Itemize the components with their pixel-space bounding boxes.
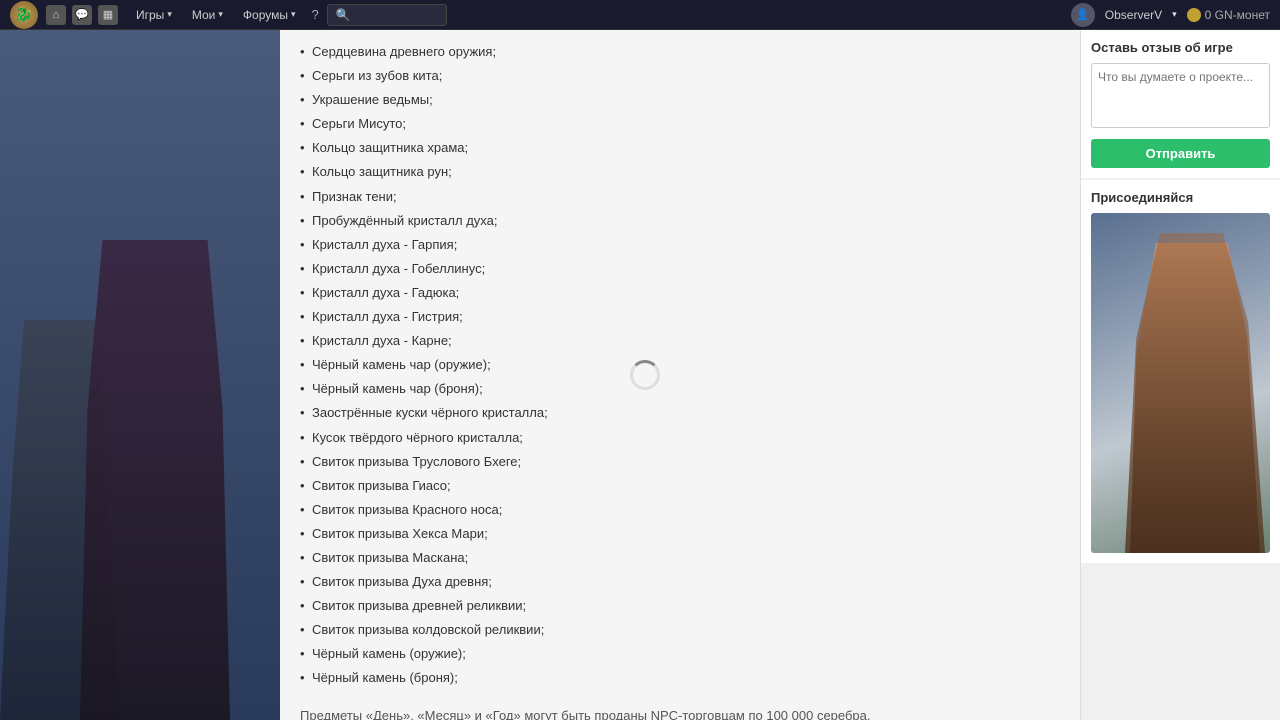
list-item: Чёрный камень чар (оружие); <box>300 353 1060 377</box>
list-item: Чёрный камень (броня); <box>300 666 1060 690</box>
list-item: Свиток призыва Духа древня; <box>300 570 1060 594</box>
list-item: Кристалл духа - Карне; <box>300 329 1060 353</box>
list-item: Кристалл духа - Гобеллинус; <box>300 257 1060 281</box>
list-item: Признак тени; <box>300 185 1060 209</box>
character-background <box>0 30 280 720</box>
menu-my[interactable]: Мои ▾ <box>184 6 231 24</box>
review-textarea[interactable] <box>1091 63 1270 128</box>
loading-spinner <box>630 360 660 390</box>
notice-text: Предметы «День», «Месяц» и «Год» могут б… <box>300 705 1060 720</box>
list-item: Украшение ведьмы; <box>300 88 1060 112</box>
list-item: Свиток призыва Хекса Мари; <box>300 522 1060 546</box>
username[interactable]: ObserverV <box>1105 8 1162 22</box>
menu-games[interactable]: Игры ▾ <box>128 6 180 24</box>
user-area: 👤 ObserverV ▾ 0 GN-монет <box>1071 3 1270 27</box>
review-submit-button[interactable]: Отправить <box>1091 139 1270 168</box>
list-item: Свиток призыва древней реликвии; <box>300 594 1060 618</box>
avatar[interactable]: 👤 <box>1071 3 1095 27</box>
join-character-armor <box>1125 233 1265 553</box>
join-widget-title: Присоединяйся <box>1091 190 1270 205</box>
list-item: Чёрный камень (оружие); <box>300 642 1060 666</box>
character-right <box>80 240 230 720</box>
coins-display: 0 GN-монет <box>1187 8 1270 22</box>
main-menu: Игры ▾ Мои ▾ Форумы ▾ <box>128 6 304 24</box>
list-item: Пробуждённый кристалл духа; <box>300 209 1060 233</box>
chevron-down-icon: ▾ <box>167 9 172 20</box>
article-panel: Сердцевина древнего оружия; Серьги из зу… <box>280 30 1080 720</box>
list-item: Свиток призыва Красного носа; <box>300 498 1060 522</box>
character-panel <box>0 30 280 720</box>
list-item: Свиток призыва Гиасо; <box>300 474 1060 498</box>
top-navigation: 🐉 ⌂ 💬 ▦ Игры ▾ Мои ▾ Форумы ▾ ? 👤 Observ… <box>0 0 1280 30</box>
join-widget: Присоединяйся <box>1081 180 1280 563</box>
grid-icon[interactable]: ▦ <box>98 5 118 25</box>
join-image <box>1091 213 1270 553</box>
coin-icon <box>1187 8 1201 22</box>
chevron-down-icon: ▾ <box>1172 9 1177 20</box>
list-item: Кристалл духа - Гадюка; <box>300 281 1060 305</box>
list-item: Заострённые куски чёрного кристалла; <box>300 401 1060 425</box>
right-sidebar: Оставь отзыв об игре Отправить Присоедин… <box>1080 30 1280 720</box>
review-widget-title: Оставь отзыв об игре <box>1091 40 1270 55</box>
site-logo[interactable]: 🐉 <box>10 1 38 29</box>
list-item: Кристалл духа - Гистрия; <box>300 305 1060 329</box>
home-icon[interactable]: ⌂ <box>46 5 66 25</box>
list-item: Серьги из зубов кита; <box>300 64 1060 88</box>
list-item: Чёрный камень чар (броня); <box>300 377 1060 401</box>
list-item: Свиток призыва Маскана; <box>300 546 1060 570</box>
review-widget: Оставь отзыв об игре Отправить <box>1081 30 1280 178</box>
list-item: Сердцевина древнего оружия; <box>300 40 1060 64</box>
chevron-down-icon: ▾ <box>291 9 296 20</box>
search-input[interactable] <box>327 4 447 26</box>
list-item: Кристалл духа - Гарпия; <box>300 233 1060 257</box>
list-item: Кусок твёрдого чёрного кристалла; <box>300 426 1060 450</box>
list-item: Кольцо защитника рун; <box>300 160 1060 184</box>
article-content: Сердцевина древнего оружия; Серьги из зу… <box>300 40 1060 720</box>
menu-forums[interactable]: Форумы ▾ <box>235 6 304 24</box>
help-button[interactable]: ? <box>312 7 319 22</box>
list-item: Серьги Мисуто; <box>300 112 1060 136</box>
item-list: Сердцевина древнего оружия; Серьги из зу… <box>300 40 1060 691</box>
list-item: Свиток призыва Труслового Бхеге; <box>300 450 1060 474</box>
nav-icons: ⌂ 💬 ▦ <box>46 5 118 25</box>
chevron-down-icon: ▾ <box>218 9 223 20</box>
list-item: Кольцо защитника храма; <box>300 136 1060 160</box>
list-item: Свиток призыва колдовской реликвии; <box>300 618 1060 642</box>
chat-icon[interactable]: 💬 <box>72 5 92 25</box>
